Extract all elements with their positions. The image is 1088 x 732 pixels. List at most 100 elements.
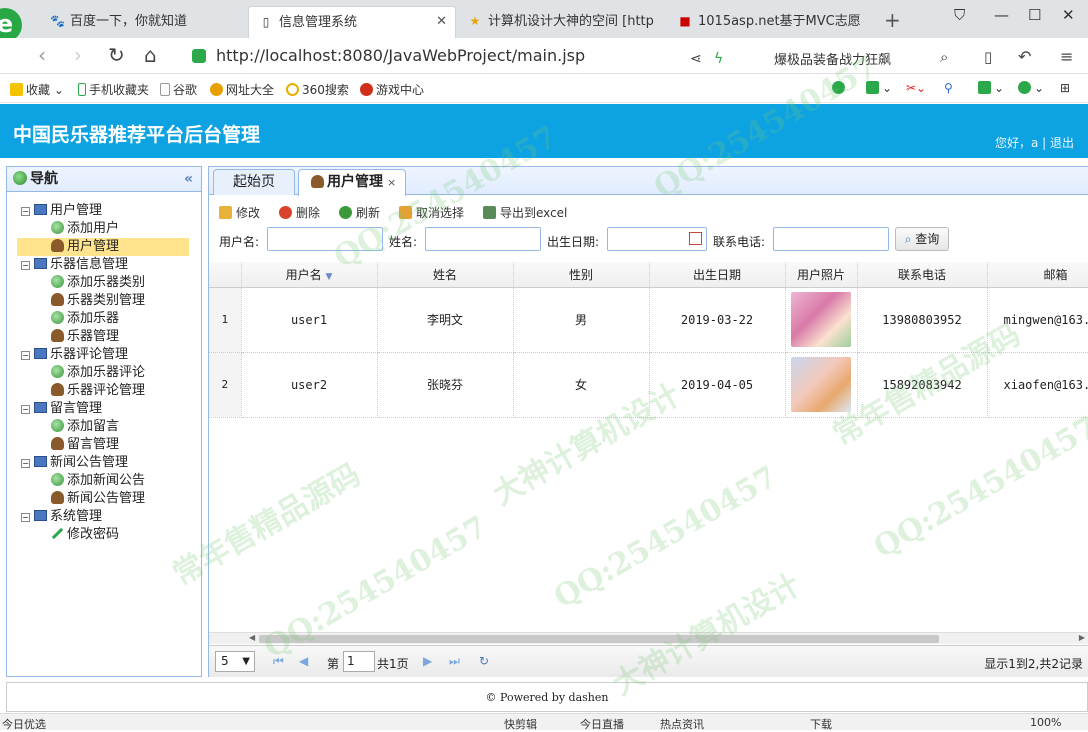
horizontal-scrollbar[interactable]: ◀ ▶ xyxy=(209,632,1088,644)
pause-icon[interactable] xyxy=(832,81,848,95)
red-square-icon: ■ xyxy=(679,14,691,28)
translate-icon[interactable]: ⌄ xyxy=(866,81,892,95)
collapse-toggle-icon[interactable]: − xyxy=(21,405,30,414)
search-box[interactable]: 爆极品装备战力狂飙 xyxy=(774,49,891,68)
nav-group-message[interactable]: − 留言管理 xyxy=(7,400,201,418)
shirt-icon[interactable]: ⛉ xyxy=(954,6,965,24)
phone-input[interactable] xyxy=(773,227,889,251)
maximize-icon[interactable]: ☐ xyxy=(1028,6,1041,24)
bookmark-360[interactable]: 360搜索 xyxy=(286,81,349,98)
nav-item-add-message[interactable]: 添加留言 xyxy=(7,418,201,436)
collapse-toggle-icon[interactable]: − xyxy=(21,261,30,270)
nav-item-news-manage[interactable]: 新闻公告管理 xyxy=(7,490,201,508)
bookmark-favorites[interactable]: 收藏 ⌄ xyxy=(10,81,64,98)
status-zoom[interactable]: 100% xyxy=(1030,716,1061,729)
next-page-icon[interactable]: ▶ xyxy=(423,654,432,668)
table-row[interactable]: 1 user1 李明文 男 2019-03-22 13980803952 min… xyxy=(209,287,1088,353)
collapse-toggle-icon[interactable]: − xyxy=(21,459,30,468)
address-bar[interactable]: http://localhost:8080/JavaWebProject/mai… xyxy=(186,44,686,68)
username-input[interactable] xyxy=(267,227,383,251)
nav-group-comment[interactable]: − 乐器评论管理 xyxy=(7,346,201,364)
search-icon: ⌕ xyxy=(904,232,916,246)
share-icon[interactable]: ⋖ xyxy=(690,46,702,72)
column-header-email[interactable]: 邮箱 xyxy=(987,262,1088,288)
tab-home[interactable]: 起始页 xyxy=(213,169,295,195)
column-header-birthday[interactable]: 出生日期 xyxy=(649,262,786,288)
nav-item-add-news[interactable]: 添加新闻公告 xyxy=(7,472,201,490)
lightning-icon[interactable]: ϟ xyxy=(714,46,723,72)
browser-tab-current[interactable]: ▯ 信息管理系统 ✕ xyxy=(248,6,456,38)
tab-user-manage[interactable]: 用户管理 × xyxy=(298,169,406,196)
page-size-select[interactable]: 5 ▼ xyxy=(215,651,255,672)
close-tab-icon[interactable]: × xyxy=(387,176,396,189)
nav-item-add-category[interactable]: 添加乐器类别 xyxy=(7,274,201,292)
nav-item-change-password[interactable]: 修改密码 xyxy=(7,526,201,544)
page-number-input[interactable]: 1 xyxy=(343,651,375,672)
nav-item-add-instrument[interactable]: 添加乐器 xyxy=(7,310,201,328)
query-button[interactable]: ⌕ 查询 xyxy=(895,227,949,251)
unselect-button[interactable]: 取消选择 xyxy=(399,204,464,221)
birthday-input[interactable] xyxy=(607,227,707,251)
table-row[interactable]: 2 user2 张晓芬 女 2019-04-05 15892083942 xia… xyxy=(209,352,1088,418)
nav-item-add-comment[interactable]: 添加乐器评论 xyxy=(7,364,201,382)
refresh-button[interactable]: 刷新 xyxy=(339,204,380,221)
calendar-icon[interactable] xyxy=(689,232,702,245)
column-header-username[interactable]: 用户名 ▼ xyxy=(241,262,378,288)
gamepad-icon[interactable]: ⌄ xyxy=(978,81,1004,95)
logout-link[interactable]: 退出 xyxy=(1050,136,1074,150)
bookmark-mobile[interactable]: 手机收藏夹 xyxy=(78,81,149,98)
column-header-gender[interactable]: 性别 xyxy=(513,262,650,288)
minimize-icon[interactable]: — xyxy=(994,6,1009,24)
menu-icon[interactable]: ≡ xyxy=(1060,44,1073,70)
column-header-name[interactable]: 姓名 xyxy=(377,262,514,288)
nav-group-news[interactable]: − 新闻公告管理 xyxy=(7,454,201,472)
phone-icon[interactable]: ▯ xyxy=(984,44,992,70)
magnifier-icon[interactable]: ⚲ xyxy=(944,81,953,95)
nav-group-user[interactable]: − 用户管理 xyxy=(7,202,201,220)
name-input[interactable] xyxy=(425,227,541,251)
delete-button[interactable]: 删除 xyxy=(279,204,320,221)
browser-tab-asp[interactable]: ■ 1015asp.net基于MVC志愿 xyxy=(668,6,876,38)
home-icon[interactable]: ⌂ xyxy=(144,42,157,68)
forward-icon[interactable]: › xyxy=(74,42,82,68)
browser-tab-space[interactable]: ★ 计算机设计大神的空间 [http xyxy=(458,6,666,38)
undo-icon[interactable]: ↶ xyxy=(1018,44,1031,70)
edit-button[interactable]: 修改 xyxy=(219,204,260,221)
column-header-phone[interactable]: 联系电话 xyxy=(857,262,988,288)
collapse-toggle-icon[interactable]: − xyxy=(21,513,30,522)
bookmark-google[interactable]: 谷歌 xyxy=(160,81,197,98)
column-header-photo[interactable]: 用户照片 xyxy=(785,262,858,288)
nav-group-system[interactable]: − 系统管理 xyxy=(7,508,201,526)
last-page-icon[interactable]: ⏭ xyxy=(449,654,460,669)
bookmark-sites[interactable]: 网址大全 xyxy=(210,81,274,98)
shield-check-icon[interactable]: ⌄ xyxy=(1018,81,1044,95)
add-icon xyxy=(51,275,64,288)
nav-item-instrument-manage[interactable]: 乐器管理 xyxy=(7,328,201,346)
close-tab-icon[interactable]: ✕ xyxy=(436,7,447,37)
collapse-toggle-icon[interactable]: − xyxy=(21,351,30,360)
new-tab-button[interactable]: + xyxy=(884,6,901,34)
close-window-icon[interactable]: ✕ xyxy=(1062,6,1075,24)
prev-page-icon[interactable]: ◀ xyxy=(299,654,308,668)
search-icon[interactable]: ⌕ xyxy=(940,44,948,70)
apps-grid-icon[interactable]: ⊞ xyxy=(1060,81,1070,95)
reload-icon[interactable]: ↻ xyxy=(479,654,489,668)
collapse-icon[interactable]: « xyxy=(184,167,193,191)
reload-icon[interactable]: ↻ xyxy=(108,42,125,68)
browser-tab-baidu[interactable]: 🐾 百度一下，你就知道 xyxy=(40,6,246,38)
first-page-icon[interactable]: ⏮ xyxy=(273,654,284,669)
nav-item-user-manage[interactable]: 用户管理 xyxy=(17,238,189,256)
nav-item-category-manage[interactable]: 乐器类别管理 xyxy=(7,292,201,310)
nav-group-instrument[interactable]: − 乐器信息管理 xyxy=(7,256,201,274)
scrollbar-thumb[interactable] xyxy=(259,635,939,643)
nav-item-message-manage[interactable]: 留言管理 xyxy=(7,436,201,454)
nav-item-comment-manage[interactable]: 乐器评论管理 xyxy=(7,382,201,400)
back-icon[interactable]: ‹ xyxy=(38,42,46,68)
nav-item-add-user[interactable]: 添加用户 xyxy=(7,220,201,238)
scroll-right-icon[interactable]: ▶ xyxy=(1079,633,1085,642)
bookmark-games[interactable]: 游戏中心 xyxy=(360,81,424,98)
export-button[interactable]: 导出到excel xyxy=(483,204,567,221)
scroll-left-icon[interactable]: ◀ xyxy=(249,633,255,642)
scissors-icon[interactable]: ✂⌄ xyxy=(906,81,926,95)
collapse-toggle-icon[interactable]: − xyxy=(21,207,30,216)
